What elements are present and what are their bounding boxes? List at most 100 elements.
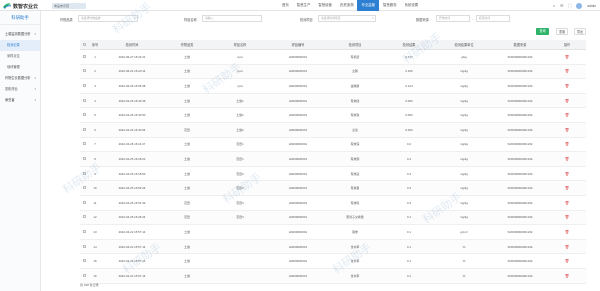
table-row[interactable]: 4 2022-04-26 16:40:49 土壤 土壤1 H0000000001 有效硅 0… — [80, 93, 586, 109]
row-select-cell[interactable] — [80, 186, 88, 190]
table-row[interactable]: 12 2022-04-25 16:26:24 农田 农田3 H0000000001 阳离子… — [80, 210, 586, 226]
top-nav-item[interactable]: 智慧服务 — [379, 0, 401, 11]
delete-icon[interactable]: 🗑 — [548, 99, 586, 103]
fullscreen-icon[interactable]: ⛶ — [569, 3, 572, 8]
sidebar-item[interactable]: 土壤监测数据分析 ▾ — [0, 29, 40, 40]
search-button[interactable]: 查询 — [536, 28, 549, 35]
sidebar-item[interactable]: 病虫害 ▾ — [0, 95, 40, 106]
row-select-cell[interactable] — [80, 54, 88, 59]
row-checkbox[interactable] — [82, 273, 86, 277]
avatar[interactable] — [576, 2, 583, 9]
row-select-cell[interactable] — [80, 171, 88, 176]
bell-icon[interactable]: ✉ — [560, 3, 563, 8]
row-select-cell[interactable] — [80, 127, 88, 132]
row-checkbox[interactable] — [82, 215, 86, 219]
row-checkbox[interactable] — [82, 54, 86, 58]
crop-type-select[interactable]: 请选择作物品类 ▾ — [78, 15, 138, 22]
top-nav-item[interactable]: 智慧经营 — [314, 0, 336, 11]
row-checkbox[interactable] — [82, 186, 86, 190]
row-select-cell[interactable] — [80, 83, 88, 88]
table-row[interactable]: 5 2022-04-26 16:40:50 土壤 土壤1 H0000000001 有效铁 0… — [80, 108, 586, 123]
table-cell: SO0000000001234 — [507, 69, 533, 74]
table-row[interactable]: 13 2022-04-22 15:57:14 土壤 H0000000001 容重 0.1 g… — [80, 225, 586, 240]
row-select-cell[interactable] — [80, 229, 88, 234]
row-checkbox[interactable] — [82, 171, 86, 175]
row-select-cell[interactable] — [80, 98, 88, 103]
delete-icon[interactable]: 🗑 — [548, 69, 586, 73]
table-row[interactable]: 9 2022-04-25 16:18:53 土壤 农田2 H0000000001 有效锰 0… — [80, 167, 586, 182]
end-date-input[interactable]: 结束时间 — [476, 15, 510, 22]
table-row[interactable]: 10 2022-04-25 16:53:26 土壤 农田2 H0000000001 有效钼… — [80, 181, 586, 196]
row-select-cell[interactable] — [80, 200, 88, 205]
column-header: 检测时间 — [125, 43, 139, 47]
row-checkbox[interactable] — [82, 244, 86, 248]
sidebar-item[interactable]: 检测记录 — [0, 40, 40, 51]
test-item-select[interactable]: 请选择检测项目 ▾ — [318, 15, 376, 22]
delete-icon[interactable]: 🗑 — [548, 186, 586, 190]
delete-icon[interactable]: 🗑 — [548, 157, 586, 161]
column-header[interactable] — [80, 40, 88, 49]
sidebar-item[interactable]: 采样点位 — [0, 51, 40, 62]
table-row[interactable]: 6 2022-04-26 16:40:54 农田 土壤2 H0000000001 全氮 0.… — [80, 122, 586, 138]
delete-icon[interactable]: 🗑 — [548, 172, 586, 176]
delete-icon[interactable]: 🗑 — [548, 201, 586, 205]
delete-icon[interactable]: 🗑 — [548, 230, 586, 234]
delete-icon[interactable]: 🗑 — [548, 245, 586, 249]
row-checkbox[interactable] — [82, 200, 86, 204]
row-checkbox[interactable] — [82, 142, 86, 146]
start-date-input[interactable]: 开始时间 — [436, 15, 470, 22]
scope-selector[interactable]: 青岛市示范 — [52, 2, 86, 9]
row-checkbox[interactable] — [82, 98, 86, 102]
delete-icon[interactable]: 🗑 — [548, 113, 586, 117]
row-select-cell[interactable] — [80, 244, 88, 249]
top-nav-item[interactable]: 农资追溯 — [336, 0, 358, 11]
row-checkbox[interactable] — [82, 127, 86, 131]
table-row[interactable]: 15 2022-04-22 15:57:14 土壤 H0000000001 含水率 0.1… — [80, 254, 586, 269]
table-row[interactable]: 8 2022-04-25 16:18:22 土壤 农田1 H0000000001 有效铜 0… — [80, 152, 586, 167]
row-checkbox[interactable] — [82, 83, 86, 87]
top-nav-item[interactable]: 系统设置 — [401, 0, 423, 11]
table-row[interactable]: 2 2022-06-24 16:20:14 土壤 xyxx H0000000001 全磷 0… — [80, 64, 586, 80]
table-row[interactable]: 1 2022-06-27 15:23:41 土壤 xyxx H0000000001 有机质… — [80, 50, 586, 65]
row-checkbox[interactable] — [82, 113, 86, 117]
table-row[interactable]: 7 2022-04-26 16:14:27 土壤 农田1 H0000000001 有效锌 0… — [80, 138, 586, 153]
delete-icon[interactable]: 🗑 — [548, 55, 586, 59]
delete-icon[interactable]: 🗑 — [548, 259, 586, 263]
row-checkbox[interactable] — [82, 229, 86, 233]
sidebar-item[interactable]: 农机作业 ▾ — [0, 84, 40, 95]
chevron-down-icon: ▾ — [34, 76, 36, 80]
reset-button[interactable]: 重置 — [556, 28, 568, 35]
select-all-checkbox[interactable] — [82, 43, 86, 46]
user-name[interactable]: admin — [587, 4, 596, 8]
table-row[interactable]: 3 2022-06-26 15:06:38 土壤 xyxx H0000000001 速效磷… — [80, 79, 586, 94]
sidebar-item[interactable]: 作物生长数据分析 ▾ — [0, 73, 40, 84]
delete-icon[interactable]: 🗑 — [548, 215, 586, 219]
table-row[interactable]: 11 2022-04-25 16:51:33 农田 农田3 H0000000001 有效硫… — [80, 196, 586, 211]
table-row[interactable]: 14 2022-04-22 15:57:14 土壤 H0000000001 含水率 0.1… — [80, 239, 586, 255]
row-select-cell[interactable] — [80, 142, 88, 146]
delete-icon[interactable]: 🗑 — [548, 142, 586, 146]
row-checkbox[interactable] — [82, 259, 86, 263]
sidebar-item[interactable]: 地块管理 — [0, 62, 40, 73]
row-select-cell[interactable] — [80, 69, 88, 73]
delete-icon[interactable]: 🗑 — [548, 274, 586, 278]
table-cell: 农田2 — [236, 186, 244, 191]
sample-name-input[interactable]: 请输入 — [202, 15, 262, 22]
delete-icon[interactable]: 🗑 — [548, 84, 586, 88]
row-select-cell[interactable] — [80, 215, 88, 219]
app-logo-icon[interactable] — [3, 2, 11, 9]
top-nav-item[interactable]: 首页 — [278, 0, 293, 11]
row-checkbox[interactable] — [82, 156, 86, 160]
table-row[interactable]: 16 2022-04-22 15:57:14 土壤 H0000000001 含水率 0.1… — [80, 268, 586, 284]
row-select-cell[interactable] — [80, 113, 88, 117]
row-select-cell[interactable] — [80, 156, 88, 161]
row-select-cell[interactable] — [80, 273, 88, 278]
top-nav-item[interactable]: 智慧生产 — [293, 0, 315, 11]
export-button[interactable]: 导出 — [574, 28, 586, 35]
delete-icon[interactable]: 🗑 — [548, 128, 586, 132]
row-checkbox[interactable] — [82, 69, 86, 73]
row-select-cell[interactable] — [80, 259, 88, 263]
table-cell: 容重 — [352, 229, 358, 234]
search-icon[interactable]: ⌕ — [553, 3, 555, 8]
top-nav-item[interactable]: 作业监管 — [357, 0, 380, 11]
